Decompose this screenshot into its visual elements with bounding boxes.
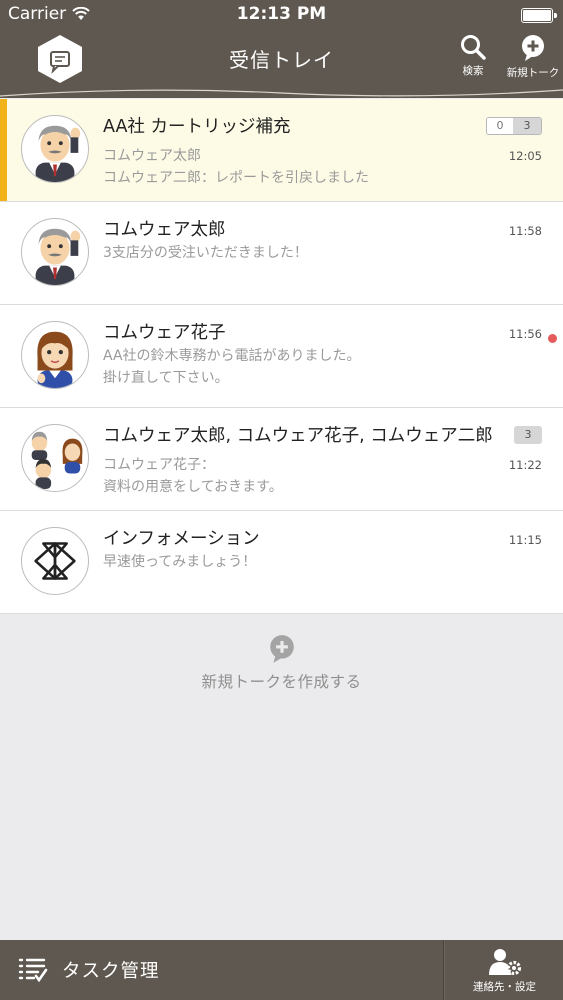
conversation-time: 11:22 <box>508 458 542 472</box>
create-new-talk-button[interactable]: 新規トークを作成する <box>0 634 563 692</box>
conversation-title: コムウェア太郎, コムウェア花子, コムウェア二郎 <box>103 426 493 446</box>
new-talk-icon <box>522 35 544 61</box>
conversation-title: インフォメーション <box>103 529 260 549</box>
conversation-preview: コムウェア二郎：レポートを引戻しました <box>103 170 369 186</box>
conversation-row[interactable]: コムウェア太郎 3支店分の受注いただきました！ 11:58 <box>0 202 563 305</box>
read-count-badge: 0 3 <box>486 117 542 135</box>
top-bar: Carrier 12:13 PM 受信トレイ 検索 新規トーク <box>0 0 563 98</box>
new-talk-icon <box>269 635 294 663</box>
conversation-title: コムウェア花子 <box>103 323 226 343</box>
new-talk-button[interactable]: 新規トーク <box>502 34 563 80</box>
man-avatar <box>21 115 89 183</box>
status-bar: Carrier 12:13 PM <box>0 0 563 30</box>
info-logo-avatar <box>21 527 89 595</box>
conversation-sender: コムウェア太郎 <box>103 148 201 164</box>
conversation-time: 12:05 <box>508 149 542 163</box>
contacts-settings-icon <box>488 949 521 976</box>
app-screen: Carrier 12:13 PM 受信トレイ 検索 新規トーク AA社 カートリ… <box>0 0 563 1000</box>
conversation-preview: 3支店分の受注いただきました！ <box>103 245 308 261</box>
bottom-bar: タスク管理 連絡先・設定 <box>0 940 563 1000</box>
conversation-time: 11:15 <box>508 533 542 547</box>
conversation-sender: コムウェア花子： <box>103 457 215 473</box>
group-avatar <box>21 424 89 492</box>
conversation-title: コムウェア太郎 <box>103 220 226 240</box>
create-new-talk-label: 新規トークを作成する <box>201 673 362 691</box>
woman-avatar <box>21 321 89 389</box>
member-count-badge: 3 <box>514 426 542 444</box>
status-time: 12:13 PM <box>236 4 327 24</box>
search-icon <box>461 35 486 60</box>
unread-dot <box>548 334 557 343</box>
conversation-title: AA社 カートリッジ補充 <box>103 117 291 137</box>
contacts-settings-button[interactable]: 連絡先・設定 <box>446 940 563 1000</box>
conversation-row[interactable]: インフォメーション 早速使ってみましょう！ 11:15 <box>0 511 563 614</box>
total-count: 3 <box>513 118 541 134</box>
unread-indicator-bar <box>0 99 7 201</box>
man-avatar <box>21 218 89 286</box>
contacts-settings-label: 連絡先・設定 <box>473 981 536 993</box>
conversation-preview: AA社の鈴木専務から電話がありました。 <box>103 348 361 364</box>
bottom-bar-divider <box>443 940 445 1000</box>
conversation-time: 11:56 <box>508 327 542 341</box>
search-button[interactable]: 検索 <box>442 34 504 78</box>
task-management-label: タスク管理 <box>62 961 160 982</box>
conversation-preview: 資料の用意をしておきます。 <box>103 479 283 495</box>
conversation-row[interactable]: コムウェア花子 AA社の鈴木専務から電話がありました。 掛け直して下さい。 11… <box>0 305 563 408</box>
battery-icon <box>521 8 557 23</box>
read-count: 0 <box>487 118 513 134</box>
task-list-icon <box>18 958 48 983</box>
task-management-button[interactable]: タスク管理 <box>0 940 443 1000</box>
conversation-preview-line2: 掛け直して下さい。 <box>103 370 229 386</box>
search-label: 検索 <box>462 65 484 77</box>
conversation-preview: 早速使ってみましょう！ <box>103 554 257 570</box>
conversation-list: AA社 カートリッジ補充 コムウェア太郎 コムウェア二郎：レポートを引戻しました… <box>0 99 563 614</box>
new-talk-label: 新規トーク <box>506 67 560 79</box>
conversation-time: 11:58 <box>508 224 542 238</box>
conversation-row[interactable]: AA社 カートリッジ補充 コムウェア太郎 コムウェア二郎：レポートを引戻しました… <box>0 99 563 202</box>
conversation-row[interactable]: コムウェア太郎, コムウェア花子, コムウェア二郎 コムウェア花子： 資料の用意… <box>0 408 563 511</box>
